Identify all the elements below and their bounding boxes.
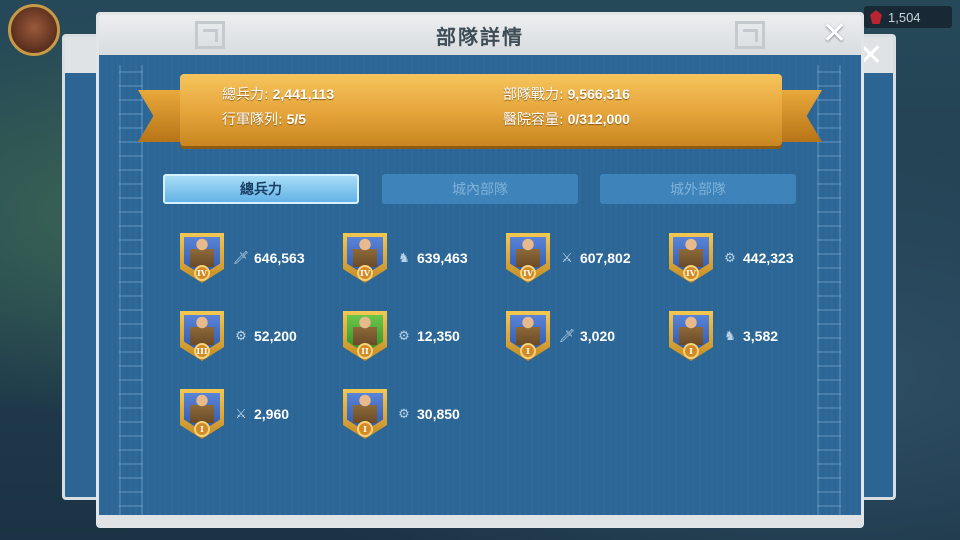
tier-badge: IV <box>683 265 699 281</box>
troop-portrait: IV <box>506 233 550 283</box>
troop-count: 442,323 <box>743 250 794 266</box>
dialog-header: 部隊詳情 ✕ <box>99 15 861 55</box>
soldier-icon <box>353 237 377 267</box>
soldier-icon <box>353 315 377 345</box>
troop-entry[interactable]: IV ⚔ 607,802 <box>506 233 666 283</box>
troop-entry[interactable]: III ⚙ 52,200 <box>180 311 340 361</box>
march-queue-value: 5/5 <box>286 111 307 127</box>
troop-count: 607,802 <box>580 250 631 266</box>
soldier-icon <box>353 393 377 423</box>
dialog-title: 部隊詳情 <box>436 24 524 49</box>
troop-count: 52,200 <box>254 328 297 344</box>
troop-count: 646,563 <box>254 250 305 266</box>
tab-total-troops[interactable]: 總兵力 <box>163 174 359 204</box>
troop-portrait: IV <box>343 233 387 283</box>
bow-icon: ⚔ <box>235 406 247 422</box>
troop-count: 3,582 <box>743 328 779 344</box>
troop-portrait: I <box>669 311 713 361</box>
soldier-icon <box>190 315 214 345</box>
horse-icon: ♞ <box>724 328 736 344</box>
hospital-capacity-stat: 醫院容量: 0/312,000 <box>503 109 630 129</box>
greek-key-ornament-icon <box>195 21 225 49</box>
troop-entry[interactable]: I ⚔ 2,960 <box>180 389 340 439</box>
soldier-icon <box>516 315 540 345</box>
greek-key-ornament-icon <box>735 21 765 49</box>
soldier-icon <box>516 237 540 267</box>
bow-icon: ⚔ <box>561 250 573 266</box>
troop-entry[interactable]: I 🗡 3,020 <box>506 311 666 361</box>
troop-power-stat: 部隊戰力: 9,566,316 <box>503 84 630 104</box>
gem-icon <box>870 10 882 24</box>
soldier-icon <box>190 393 214 423</box>
troop-portrait: I <box>343 389 387 439</box>
troop-portrait: IV <box>669 233 713 283</box>
gem-count: 1,504 <box>888 9 921 25</box>
sword-icon: 🗡 <box>558 328 576 344</box>
troop-power-label: 部隊戰力: <box>503 87 564 103</box>
troop-count: 2,960 <box>254 406 290 422</box>
troop-entry[interactable]: II ⚙ 12,350 <box>343 311 503 361</box>
tier-badge: I <box>357 421 373 437</box>
tab-troops-outside-city[interactable]: 城外部隊 <box>600 174 796 204</box>
siege-icon: ⚙ <box>724 250 736 266</box>
troop-portrait: I <box>506 311 550 361</box>
troop-portrait: II <box>343 311 387 361</box>
siege-icon: ⚙ <box>398 328 410 344</box>
soldier-icon <box>190 237 214 267</box>
soldier-icon <box>679 315 703 345</box>
troop-portrait: IV <box>180 233 224 283</box>
troop-count: 30,850 <box>417 406 460 422</box>
tier-badge: I <box>683 343 699 359</box>
march-queue-stat: 行軍隊列: 5/5 <box>222 109 306 129</box>
troop-count: 12,350 <box>417 328 460 344</box>
sword-icon: 🗡 <box>232 250 250 266</box>
hospital-capacity-value: 0/312,000 <box>567 111 630 127</box>
horse-icon: ♞ <box>398 250 410 266</box>
player-avatar[interactable] <box>8 4 60 56</box>
hospital-capacity-label: 醫院容量: <box>503 112 564 128</box>
tier-badge: I <box>194 421 210 437</box>
tier-badge: II <box>357 343 373 359</box>
troop-power-value: 9,566,316 <box>567 86 630 102</box>
siege-icon: ⚙ <box>235 328 247 344</box>
close-icon: ✕ <box>821 16 847 51</box>
gem-counter[interactable]: 1,504 <box>864 6 952 28</box>
meander-border-right <box>817 65 841 515</box>
troop-entry[interactable]: I ♞ 3,582 <box>669 311 829 361</box>
troop-entry[interactable]: IV ⚙ 442,323 <box>669 233 829 283</box>
close-button[interactable]: ✕ <box>822 19 847 49</box>
troop-portrait: I <box>180 389 224 439</box>
troop-count: 3,020 <box>580 328 616 344</box>
total-troops-label: 總兵力: <box>222 87 269 103</box>
total-troops-stat: 總兵力: 2,441,113 <box>222 84 334 104</box>
troop-entry[interactable]: I ⚙ 30,850 <box>343 389 503 439</box>
tier-badge: III <box>194 343 210 359</box>
tier-badge: I <box>520 343 536 359</box>
tier-badge: IV <box>194 265 210 281</box>
total-troops-value: 2,441,113 <box>272 86 335 102</box>
meander-border-left <box>119 65 143 515</box>
troop-count: 639,463 <box>417 250 468 266</box>
troop-entry[interactable]: IV ♞ 639,463 <box>343 233 503 283</box>
tier-badge: IV <box>357 265 373 281</box>
tier-badge: IV <box>520 265 536 281</box>
march-queue-label: 行軍隊列: <box>222 112 283 128</box>
tab-troops-in-city[interactable]: 城內部隊 <box>382 174 578 204</box>
siege-icon: ⚙ <box>398 406 410 422</box>
troop-portrait: III <box>180 311 224 361</box>
soldier-icon <box>679 237 703 267</box>
dialog-footer <box>99 515 861 525</box>
troop-entry[interactable]: IV 🗡 646,563 <box>180 233 340 283</box>
